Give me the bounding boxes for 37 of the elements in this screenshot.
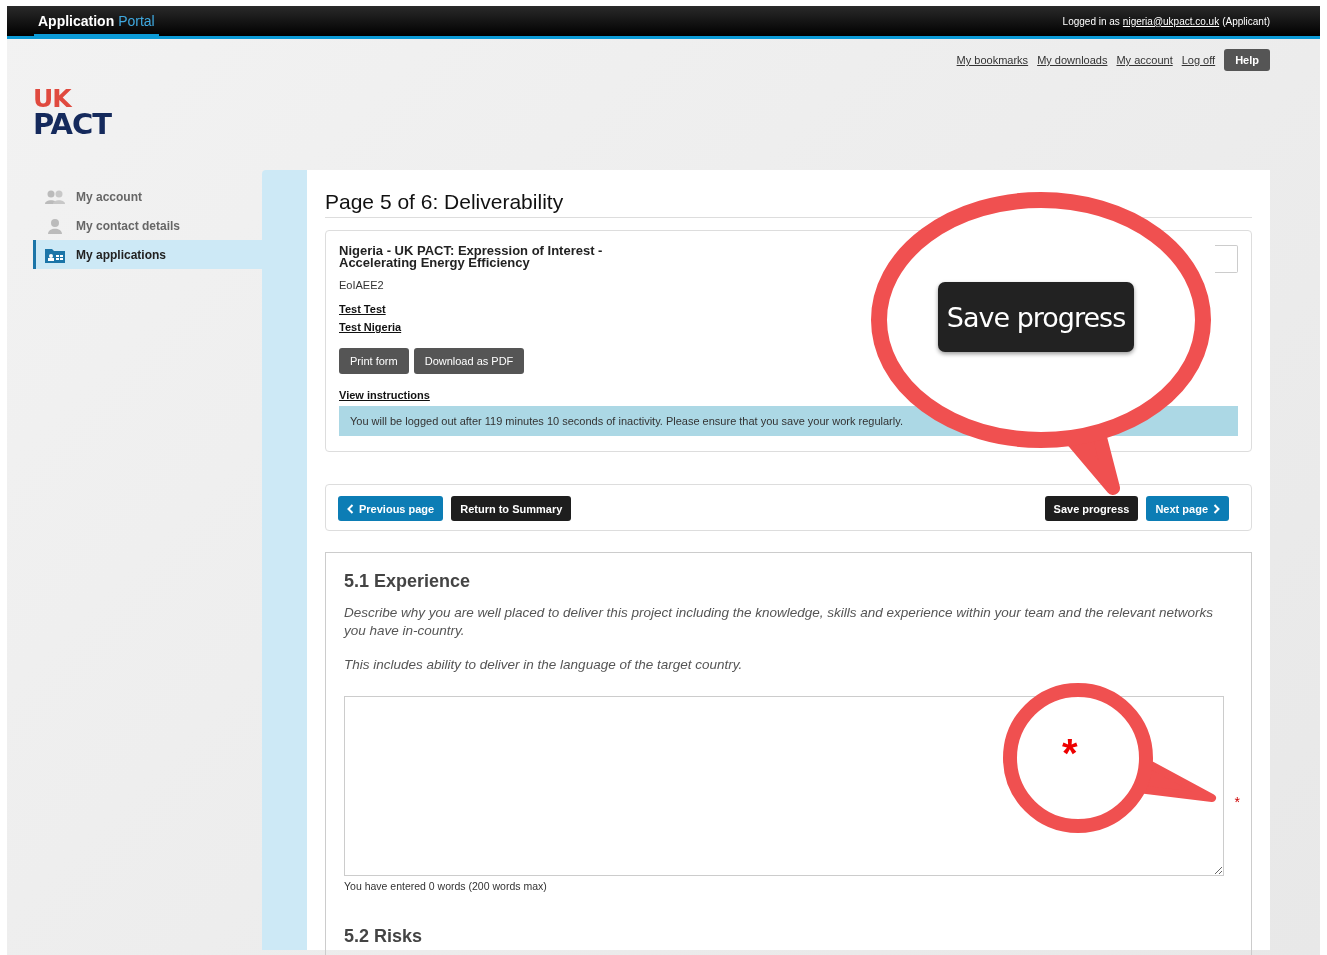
nav-button[interactable]: Return to Summary	[451, 496, 572, 521]
nav-button[interactable]: Previous page	[338, 496, 444, 521]
question-description: This includes ability to deliver in the language of the target country.	[344, 656, 744, 674]
folder-icon	[44, 246, 66, 263]
sidebar-item[interactable]: My account	[33, 182, 262, 211]
header-link[interactable]: My bookmarks	[956, 54, 1029, 66]
chevron-left-icon	[347, 503, 354, 514]
applicant-link[interactable]: Test Test	[339, 303, 386, 315]
instructions-link[interactable]: View instructions	[339, 389, 430, 401]
section-heading: 5.1 Experience	[344, 571, 472, 592]
input-field[interactable]	[1215, 245, 1238, 273]
form-button[interactable]: Print form	[339, 348, 409, 374]
login-text: Logged in as	[1062, 15, 1120, 27]
logo-text: UK	[33, 87, 73, 111]
applicant-link[interactable]: Test Nigeria	[339, 321, 402, 333]
help-button[interactable]: Help	[1224, 49, 1270, 71]
portal-title: Application Portal	[34, 8, 159, 37]
section-heading: 5.2 Risks	[344, 926, 424, 947]
header-link[interactable]: My downloads	[1037, 54, 1108, 66]
application-code: EoIAEE2	[339, 279, 385, 291]
word-count: You have entered 0 words (200 words max)	[344, 880, 548, 892]
logo-text: PACT	[33, 110, 112, 139]
asterisk-icon: *	[1062, 733, 1078, 773]
sidebar-item[interactable]: My applications	[33, 240, 262, 269]
email-link[interactable]: nigeria@ukpact.co.uk	[1122, 15, 1220, 27]
nav-button[interactable]: Save progress	[1044, 496, 1139, 521]
nav-button[interactable]: Next page	[1146, 496, 1229, 521]
sidebar-item[interactable]: My contact details	[33, 211, 262, 240]
form-button[interactable]: Download as PDF	[413, 348, 525, 374]
chevron-right-icon	[1213, 503, 1220, 514]
question-description: Describe why you are well placed to deliver this project including the knowledge, skills and experience within your team and the relevant networks you have in-country.	[344, 604, 1214, 640]
header-link[interactable]: Log off	[1181, 54, 1216, 66]
people-icon	[44, 188, 66, 205]
header-link[interactable]: My account	[1116, 54, 1173, 66]
role-text: (Applicant)	[1222, 15, 1270, 27]
application-title: Nigeria - UK PACT: Expression of Interest - Accelerating Energy Efficiency	[339, 243, 603, 269]
required-mark: *	[1234, 794, 1240, 810]
